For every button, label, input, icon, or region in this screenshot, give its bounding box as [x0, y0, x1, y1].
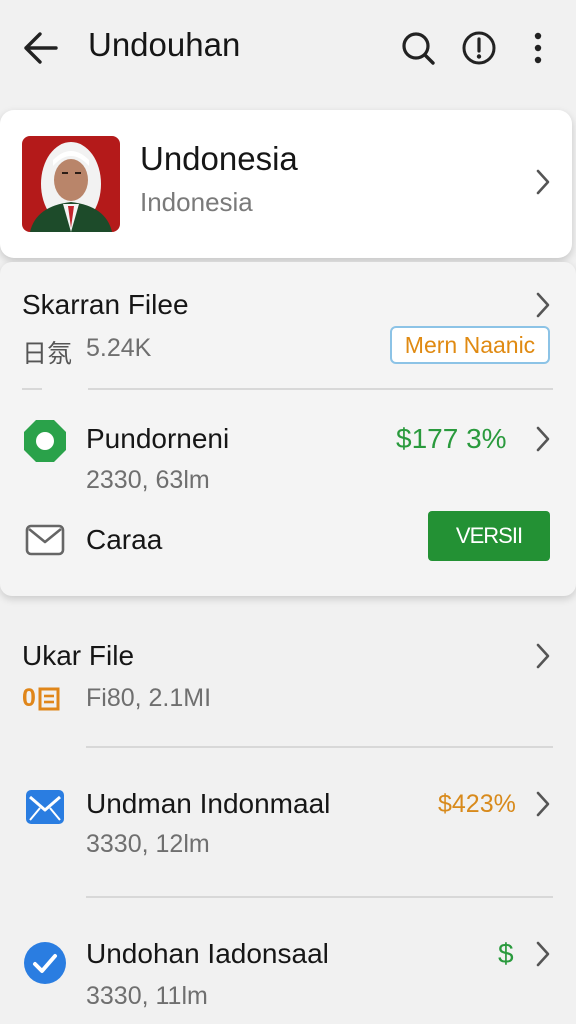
- item-value: $177 3%: [396, 423, 507, 454]
- profile-name: Undonesia: [140, 140, 298, 177]
- profile-subtitle: Indonesia: [140, 187, 253, 217]
- list-item-subtitle: Fi80, 2.1MI: [86, 684, 212, 712]
- file-type-icon: 0: [22, 684, 60, 713]
- back-arrow-icon[interactable]: [20, 30, 60, 66]
- section-meta-glyph: 日氛: [22, 340, 73, 368]
- version-button[interactable]: VERSII: [428, 511, 550, 561]
- chevron-right-icon[interactable]: [534, 642, 552, 670]
- search-icon[interactable]: [398, 28, 438, 68]
- list-item-value: $423%: [438, 790, 516, 818]
- item-subtitle: 2330, 63lm: [86, 466, 210, 494]
- list-item-title[interactable]: Ukar File: [22, 640, 134, 672]
- avatar: [22, 136, 120, 232]
- list-item-subtitle: 3330, 12lm: [86, 830, 210, 858]
- page-title: Undouhan: [88, 26, 241, 63]
- section-title[interactable]: Skarran Filee: [22, 289, 189, 321]
- file-type-icon-text: 0: [22, 684, 36, 712]
- list-item-subtitle: 3330, 11lm: [86, 982, 208, 1010]
- mail-app-icon: [24, 787, 66, 827]
- chevron-right-icon[interactable]: [534, 425, 552, 453]
- chevron-right-icon[interactable]: [534, 940, 552, 968]
- divider: [88, 388, 553, 390]
- more-vert-icon[interactable]: [518, 28, 558, 68]
- divider: [86, 746, 553, 748]
- divider: [86, 896, 553, 898]
- top-app-bar: Undouhan: [0, 0, 576, 96]
- list-item-value: $: [498, 938, 514, 969]
- status-badge[interactable]: Mern Naanic: [390, 326, 550, 364]
- list-item-title[interactable]: Undohan Iadonsaal: [86, 938, 329, 970]
- check-circle-icon: [22, 940, 68, 986]
- chevron-right-icon[interactable]: [534, 291, 552, 319]
- chevron-right-icon: [534, 168, 552, 196]
- item-title[interactable]: Caraa: [86, 524, 162, 556]
- list-item-title[interactable]: Undman Indonmaal: [86, 788, 330, 820]
- info-icon[interactable]: [459, 28, 499, 68]
- mail-icon: [24, 522, 66, 558]
- section-meta-value: 5.24K: [86, 334, 152, 362]
- divider: [22, 388, 42, 390]
- item-title[interactable]: Pundorneni: [86, 423, 229, 455]
- chevron-right-icon[interactable]: [534, 790, 552, 818]
- profile-card[interactable]: Undonesia Indonesia: [0, 110, 572, 258]
- octagon-app-icon: [22, 418, 68, 464]
